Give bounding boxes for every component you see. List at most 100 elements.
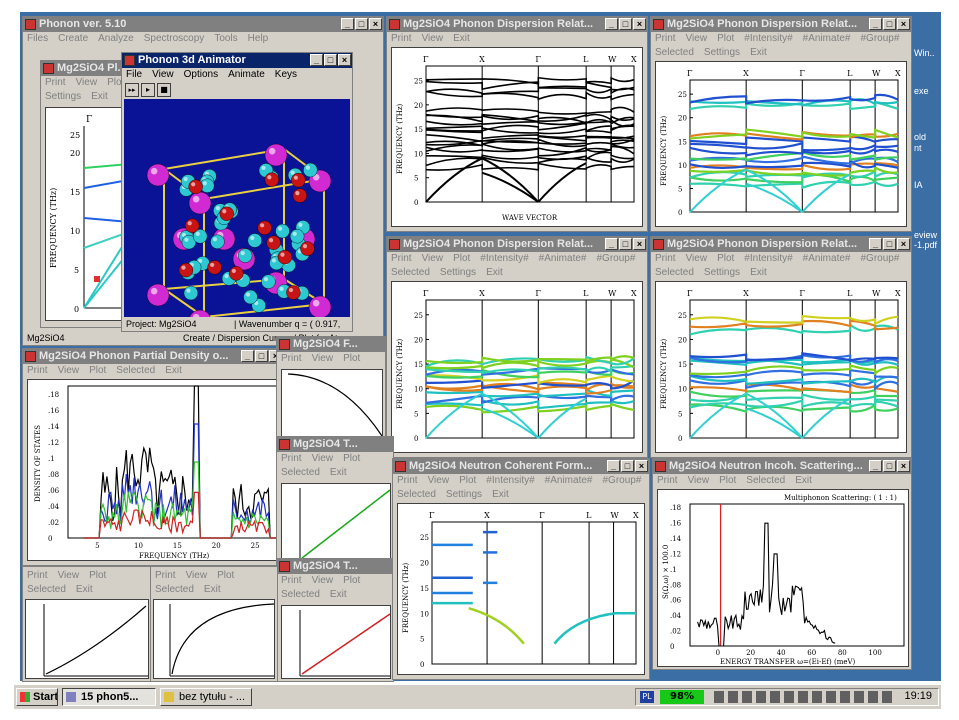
menu-settings[interactable]: Settings <box>440 266 476 280</box>
menu-selected[interactable]: Selected <box>281 466 320 480</box>
maximize-button[interactable]: □ <box>883 238 896 250</box>
menu-tools[interactable]: Tools <box>214 32 237 46</box>
crystal-view[interactable] <box>124 99 350 317</box>
desktop-icon-label[interactable]: old <box>914 132 926 142</box>
menu-exit[interactable]: Exit <box>750 266 767 280</box>
menu-animate[interactable]: #Animate# <box>803 32 851 46</box>
menu-print[interactable]: Print <box>281 352 302 366</box>
close-button[interactable]: × <box>897 18 910 30</box>
menu-animate[interactable]: #Animate# <box>539 252 587 266</box>
menu-files[interactable]: Files <box>27 32 48 46</box>
menu-settings[interactable]: Settings <box>704 266 740 280</box>
menu-print[interactable]: Print <box>657 474 678 488</box>
menu-exit[interactable]: Exit <box>204 583 221 597</box>
desktop-icon-label[interactable]: eview <box>914 230 937 240</box>
menu-selected[interactable]: Selected <box>746 474 785 488</box>
dispersion-4-title-bar[interactable]: Mg2SiO4 Phonon Dispersion Relat... _ □ × <box>651 237 911 252</box>
minimize-button[interactable]: _ <box>605 238 618 250</box>
neutron-coherent-title-bar[interactable]: Mg2SiO4 Neutron Coherent Form... _ □ × <box>393 459 649 474</box>
menu-print[interactable]: Print <box>655 252 676 266</box>
menu-view[interactable]: View <box>312 452 334 466</box>
menu-view[interactable]: View <box>76 76 98 90</box>
close-button[interactable]: × <box>635 460 648 472</box>
menu-spectroscopy[interactable]: Spectroscopy <box>144 32 205 46</box>
menu-exit[interactable]: Exit <box>492 488 509 502</box>
minimize-button[interactable]: _ <box>310 54 323 66</box>
small-f-title-bar[interactable]: Mg2SiO4 F... <box>277 337 385 352</box>
menu-selected[interactable]: Selected <box>655 46 694 60</box>
menu-plot[interactable]: Plot <box>89 364 106 378</box>
desktop-icon-label[interactable]: exe <box>914 86 929 96</box>
main-title-bar[interactable]: Phonon ver. 5.10 _ □ × <box>23 17 383 32</box>
close-button[interactable]: × <box>897 238 910 250</box>
menu-view[interactable]: View <box>312 574 334 588</box>
small-t1-title-bar[interactable]: Mg2SiO4 T... <box>277 437 393 452</box>
menu-analyze[interactable]: Analyze <box>98 32 134 46</box>
minimize-button[interactable]: _ <box>869 18 882 30</box>
language-indicator[interactable]: PL <box>640 691 654 703</box>
menu-exit[interactable]: Exit <box>453 32 470 46</box>
menu-plot[interactable]: Plot <box>343 452 360 466</box>
menu-intensity[interactable]: #Intensity# <box>744 252 792 266</box>
menu-view[interactable]: View <box>152 68 174 82</box>
close-button[interactable]: × <box>633 238 646 250</box>
menu-selected[interactable]: Selected <box>655 266 694 280</box>
menu-plot[interactable]: Plot <box>217 569 234 583</box>
maximize-button[interactable]: □ <box>883 18 896 30</box>
animator-title-bar[interactable]: Phonon 3d Animator _ □ × <box>122 53 352 68</box>
maximize-button[interactable]: □ <box>255 350 268 362</box>
menu-settings[interactable]: Settings <box>704 46 740 60</box>
menu-plot[interactable]: Plot <box>343 574 360 588</box>
menu-animate[interactable]: Animate <box>228 68 265 82</box>
menu-intensity[interactable]: #Intensity# <box>486 474 534 488</box>
desktop-icon-label[interactable]: -1.pdf <box>914 240 937 250</box>
menu-exit[interactable]: Exit <box>486 266 503 280</box>
menu-selected[interactable]: Selected <box>116 364 155 378</box>
menu-view[interactable]: View <box>686 252 708 266</box>
stop-button[interactable]: ■ <box>157 83 171 97</box>
desktop-icon-label[interactable]: IA <box>914 180 923 190</box>
menu-print[interactable]: Print <box>27 364 48 378</box>
menu-intensity[interactable]: #Intensity# <box>480 252 528 266</box>
menu-print[interactable]: Print <box>45 76 66 90</box>
desktop-icon-label[interactable]: nt <box>914 143 922 153</box>
pdos-title-bar[interactable]: Mg2SiO4 Phonon Partial Density o... _□× <box>23 349 283 364</box>
dispersion-1-title-bar[interactable]: Mg2SiO4 Phonon Dispersion Relat... _ □ × <box>387 17 647 32</box>
menu-plot[interactable]: Plot <box>717 252 734 266</box>
maximize-button[interactable]: □ <box>355 18 368 30</box>
desktop-icon-label[interactable]: Win.. <box>914 48 935 58</box>
menu-exit[interactable]: Exit <box>91 90 108 104</box>
menu-print[interactable]: Print <box>391 32 412 46</box>
menu-selected[interactable]: Selected <box>281 588 320 602</box>
menu-settings[interactable]: Settings <box>446 488 482 502</box>
menu-group[interactable]: #Group# <box>596 252 635 266</box>
menu-view[interactable]: View <box>422 32 444 46</box>
menu-exit[interactable]: Exit <box>330 466 347 480</box>
menu-selected[interactable]: Selected <box>155 583 194 597</box>
play-button[interactable]: ▸ <box>141 83 155 97</box>
menu-exit[interactable]: Exit <box>795 474 812 488</box>
menu-plot[interactable]: Plot <box>453 252 470 266</box>
taskbar-button-phonon[interactable]: 15 phon5... <box>62 688 156 706</box>
menu-view[interactable]: View <box>686 32 708 46</box>
tray-icons[interactable] <box>714 691 894 703</box>
minimize-button[interactable]: _ <box>869 238 882 250</box>
minimize-button[interactable]: _ <box>341 18 354 30</box>
minimize-button[interactable]: _ <box>605 18 618 30</box>
menu-help[interactable]: Help <box>248 32 269 46</box>
maximize-button[interactable]: □ <box>324 54 337 66</box>
menu-view[interactable]: View <box>186 569 208 583</box>
menu-settings[interactable]: Settings <box>45 90 81 104</box>
menu-animate[interactable]: #Animate# <box>545 474 593 488</box>
close-button[interactable]: × <box>897 460 910 472</box>
menu-plot[interactable]: Plot <box>459 474 476 488</box>
menu-animate[interactable]: #Animate# <box>803 252 851 266</box>
dispersion-3-title-bar[interactable]: Mg2SiO4 Phonon Dispersion Relat... _ □ × <box>387 237 647 252</box>
maximize-button[interactable]: □ <box>883 460 896 472</box>
menu-exit[interactable]: Exit <box>165 364 182 378</box>
menu-print[interactable]: Print <box>655 32 676 46</box>
close-button[interactable]: × <box>633 18 646 30</box>
menu-group[interactable]: #Group# <box>860 32 899 46</box>
menu-view[interactable]: View <box>312 352 334 366</box>
menu-plot[interactable]: Plot <box>719 474 736 488</box>
